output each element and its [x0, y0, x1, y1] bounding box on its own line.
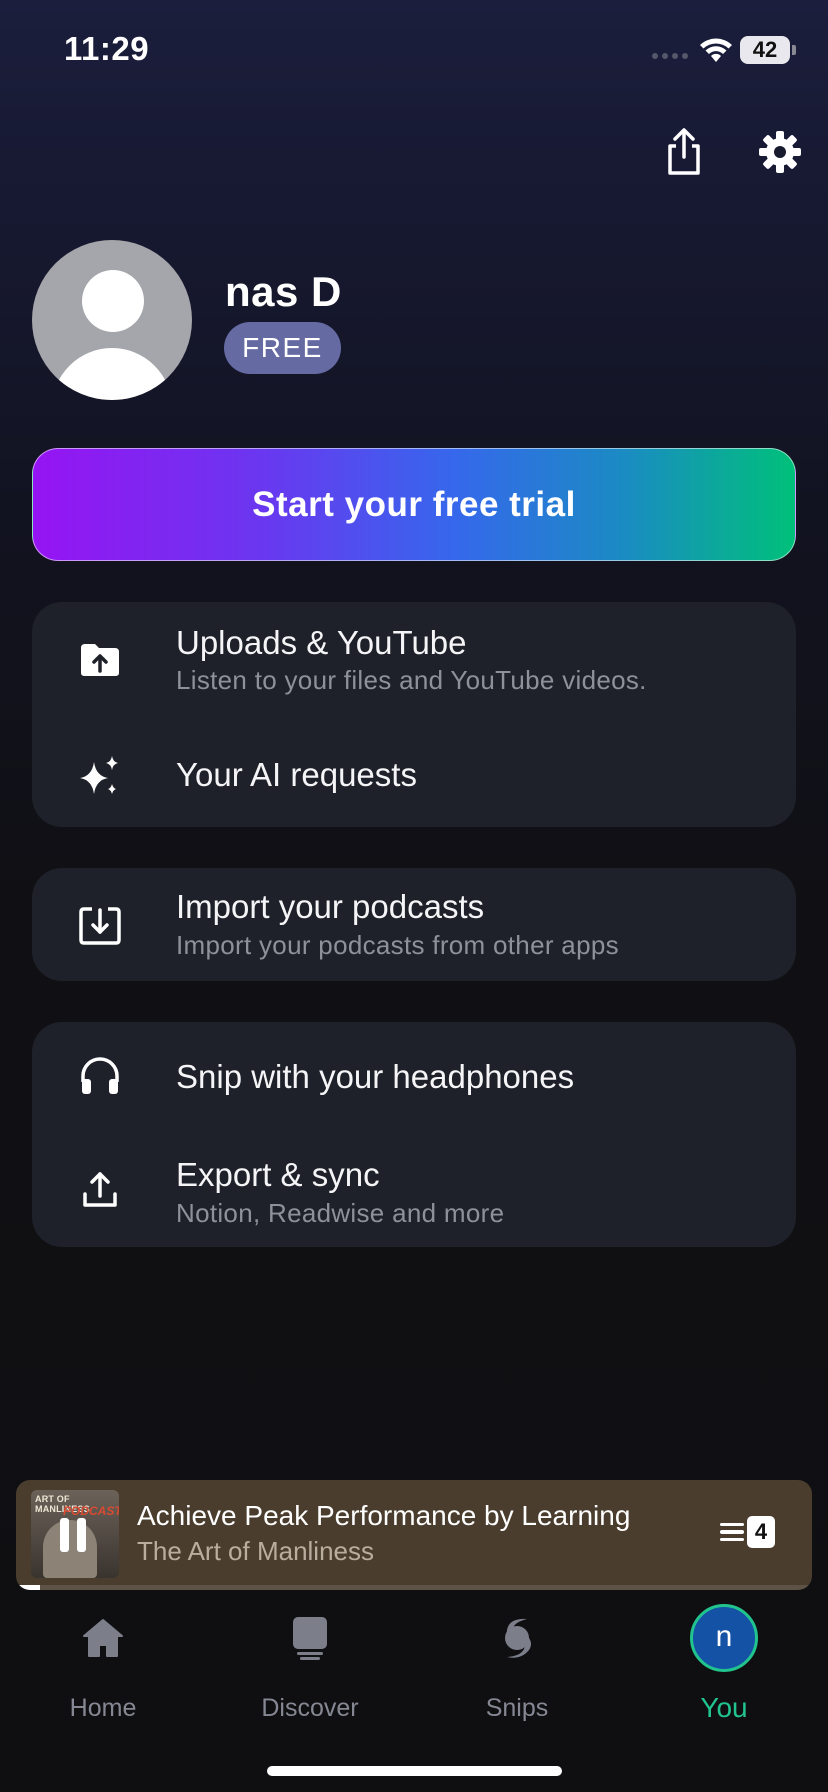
track-show: The Art of Manliness	[137, 1536, 374, 1566]
tab-label: You	[700, 1692, 748, 1723]
avatar[interactable]	[32, 240, 192, 400]
playback-progress-fill	[16, 1585, 40, 1590]
tab-discover[interactable]: Discover	[220, 1596, 400, 1722]
status-bar: 11:29 42	[0, 0, 828, 100]
cellular-signal-icon	[652, 53, 688, 59]
export-icon	[76, 1166, 124, 1214]
tab-label: Home	[69, 1694, 137, 1722]
folder-upload-icon	[76, 636, 124, 684]
import-podcasts-row[interactable]: Import your podcasts Import your podcast…	[32, 868, 796, 981]
row-subtitle: Notion, Readwise and more	[176, 1198, 505, 1228]
row-title: Uploads & YouTube	[176, 624, 467, 661]
row-title: Import your podcasts	[176, 888, 485, 925]
start-free-trial-button[interactable]: Start your free trial	[32, 448, 796, 561]
card-library: Uploads & YouTube Listen to your files a…	[32, 602, 796, 827]
plan-badge: FREE	[224, 322, 341, 374]
status-time: 11:29	[64, 30, 150, 67]
tab-bar: Home Discover Snips n You	[0, 1596, 828, 1736]
wifi-icon	[700, 38, 732, 62]
queue-icon	[720, 1519, 744, 1546]
pause-icon[interactable]	[60, 1518, 90, 1552]
export-sync-row[interactable]: Export & sync Notion, Readwise and more	[32, 1130, 796, 1247]
playback-progress	[16, 1585, 812, 1590]
tab-label: Discover	[261, 1694, 359, 1722]
ai-requests-row[interactable]: Your AI requests	[32, 718, 796, 827]
profile-name: nas D	[225, 268, 342, 315]
queue-button[interactable]: 4	[720, 1514, 775, 1550]
cover-subtitle: PODCAST	[63, 1504, 119, 1518]
tab-label: Snips	[485, 1694, 549, 1722]
card-import: Import your podcasts Import your podcast…	[32, 868, 796, 981]
battery-icon: 42	[740, 36, 796, 64]
card-sync: Snip with your headphones Export & sync …	[32, 1022, 796, 1247]
row-title: Snip with your headphones	[176, 1058, 575, 1095]
sparkles-icon	[76, 752, 124, 800]
row-subtitle: Listen to your files and YouTube videos.	[176, 665, 647, 695]
headphones-icon	[76, 1052, 124, 1100]
snip-headphones-row[interactable]: Snip with your headphones	[32, 1022, 796, 1130]
snips-icon	[493, 1614, 541, 1662]
discover-icon	[286, 1614, 334, 1662]
mini-player[interactable]: ART OF MANLINESS PODCAST Achieve Peak Pe…	[16, 1480, 812, 1590]
row-title: Export & sync	[176, 1156, 380, 1193]
import-icon	[76, 902, 124, 950]
share-icon[interactable]	[658, 126, 710, 178]
track-title: Achieve Peak Performance by Learning	[137, 1500, 631, 1531]
tab-home[interactable]: Home	[13, 1596, 193, 1722]
gear-icon[interactable]	[754, 126, 806, 178]
uploads-youtube-row[interactable]: Uploads & YouTube Listen to your files a…	[32, 602, 796, 718]
home-indicator[interactable]	[267, 1766, 562, 1776]
tab-snips[interactable]: Snips	[427, 1596, 607, 1722]
avatar: n	[690, 1604, 758, 1672]
tab-you[interactable]: n You	[634, 1596, 814, 1723]
home-icon	[79, 1614, 127, 1662]
row-title: Your AI requests	[176, 756, 417, 793]
queue-count: 4	[747, 1516, 775, 1548]
row-subtitle: Import your podcasts from other apps	[176, 930, 619, 960]
